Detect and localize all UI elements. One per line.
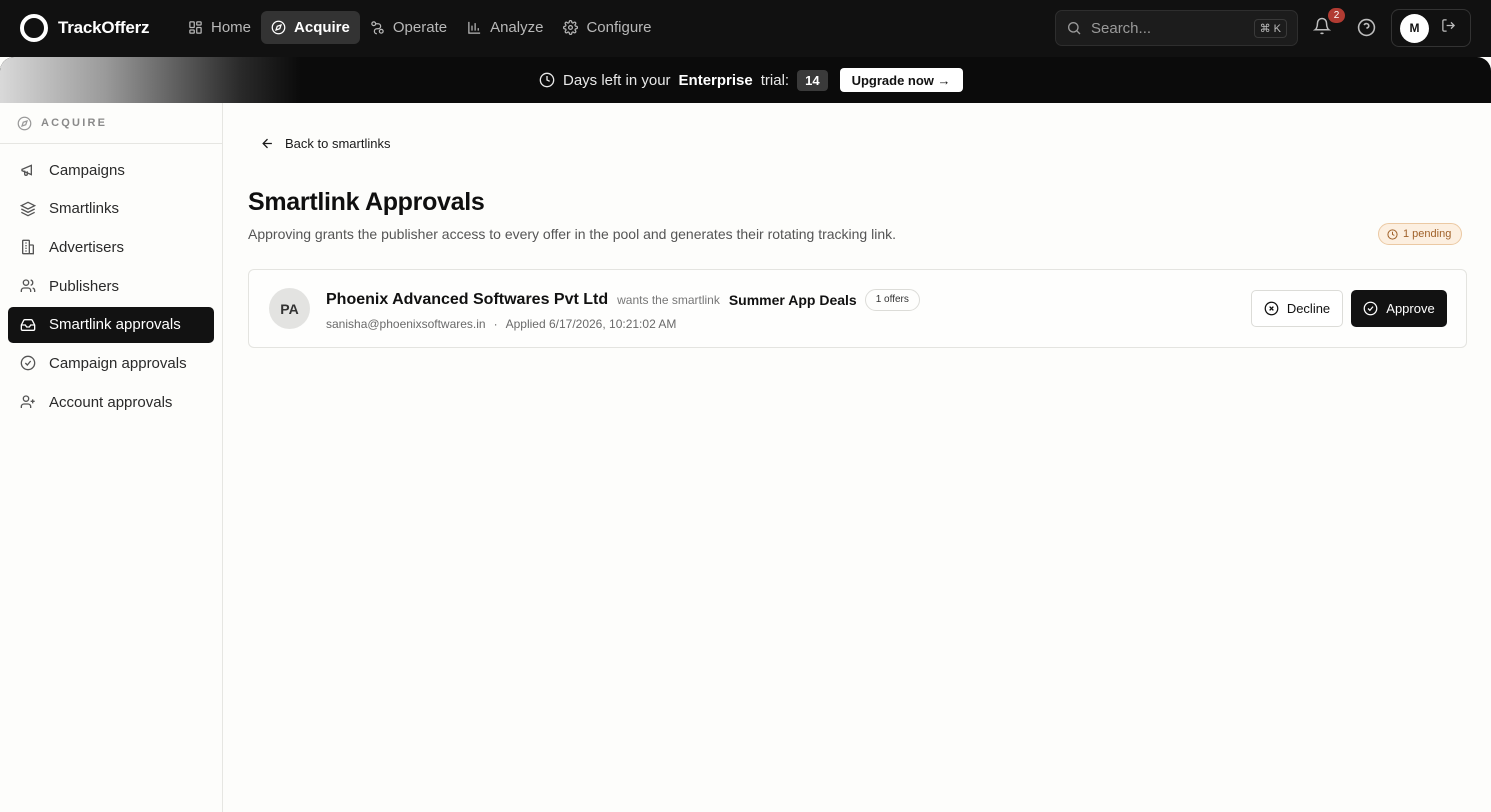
sidebar-item-advertisers[interactable]: Advertisers	[8, 229, 214, 265]
sidebar-item-label: Smartlink approvals	[49, 316, 181, 334]
nav-item-home[interactable]: Home	[178, 11, 261, 44]
check-circle-icon	[20, 356, 36, 371]
clock-icon	[539, 72, 555, 88]
sidebar-item-smartlink-approvals[interactable]: Smartlink approvals	[8, 306, 214, 343]
back-label: Back to smartlinks	[285, 136, 391, 151]
search-icon	[1068, 22, 1081, 35]
applied-timestamp: Applied 6/17/2026, 10:21:02 AM	[505, 317, 677, 331]
top-navigation-bar: TrackOfferz Home Acquire Operate Analyze…	[0, 0, 1491, 57]
sidebar-item-publishers[interactable]: Publishers	[8, 268, 214, 304]
compass-icon	[271, 20, 286, 35]
sidebar-item-label: Smartlinks	[49, 200, 120, 218]
sidebar-list: Campaigns Smartlinks Advertisers Publish…	[8, 152, 214, 423]
smartlink-name: Summer App Deals	[728, 291, 857, 308]
sidebar-item-account-approvals[interactable]: Account approvals	[8, 384, 214, 420]
sidebar-section-title: ACQUIRE	[41, 117, 108, 129]
logout-button[interactable]	[1441, 18, 1456, 38]
users-icon	[20, 279, 36, 293]
logo-ring-icon	[20, 14, 48, 42]
request-meta: sanisha@phoenixsoftwares.in · Applied 6/…	[326, 317, 676, 331]
user-plus-icon	[20, 395, 35, 409]
route-icon	[371, 21, 384, 35]
x-circle-icon	[1264, 301, 1279, 316]
decline-label: Decline	[1286, 301, 1331, 316]
nav-label: Acquire	[294, 19, 350, 36]
meta-separator: ·	[493, 317, 498, 331]
pending-count-badge: 1 pending	[1378, 223, 1463, 245]
approve-label: Approve	[1386, 301, 1435, 316]
nav-item-configure[interactable]: Configure	[553, 11, 661, 44]
nav-label: Operate	[392, 19, 448, 36]
offers-count-badge: 1 offers	[864, 288, 920, 311]
back-to-smartlinks-link[interactable]: Back to smartlinks	[260, 136, 390, 151]
app-name: TrackOfferz	[58, 18, 150, 37]
page-subtitle: Approving grants the publisher access to…	[248, 226, 897, 242]
sidebar-section-header: ACQUIRE	[0, 103, 222, 144]
arrow-left-icon	[262, 138, 272, 149]
sidebar: ACQUIRE Campaigns Smartlinks Advertisers…	[0, 103, 223, 812]
inbox-icon	[20, 318, 36, 331]
notification-count-badge: 2	[1328, 8, 1345, 23]
page-title: Smartlink Approvals	[248, 188, 485, 216]
user-menu: M	[1391, 9, 1471, 47]
app-logo[interactable]: TrackOfferz	[20, 14, 150, 42]
nav-label: Configure	[586, 19, 652, 36]
building-icon	[22, 240, 34, 255]
pending-count-label: 1 pending	[1403, 228, 1452, 240]
trial-plan: Enterprise	[678, 71, 753, 89]
trial-banner: Days left in your Enterprise trial: 14 U…	[0, 57, 1491, 103]
approve-button[interactable]: Approve	[1351, 290, 1447, 327]
sidebar-item-label: Publishers	[49, 277, 120, 295]
publisher-name: Phoenix Advanced Softwares Pvt Ltd	[326, 290, 609, 308]
avatar[interactable]: M	[1400, 13, 1429, 43]
nav-item-operate[interactable]: Operate	[360, 11, 457, 44]
request-connector-text: wants the smartlink	[617, 292, 720, 307]
sidebar-item-label: Campaigns	[49, 161, 125, 179]
sidebar-item-label: Advertisers	[49, 238, 125, 256]
trial-days-count: 14	[797, 69, 828, 91]
layers-icon	[20, 201, 36, 217]
search-placeholder: Search...	[1091, 19, 1152, 37]
search-shortcut: ⌘ K	[1253, 18, 1287, 38]
sidebar-item-label: Account approvals	[49, 393, 173, 411]
help-button[interactable]	[1357, 18, 1376, 42]
compass-icon	[17, 116, 32, 130]
approval-request-card: PA Phoenix Advanced Softwares Pvt Ltd wa…	[248, 269, 1467, 348]
main-nav: Home Acquire Operate Analyze Configure	[178, 11, 662, 44]
sidebar-item-label: Campaign approvals	[49, 354, 187, 372]
gear-icon	[563, 20, 579, 35]
request-summary: Phoenix Advanced Softwares Pvt Ltd wants…	[326, 288, 920, 311]
sidebar-item-smartlinks[interactable]: Smartlinks	[8, 191, 214, 227]
trial-banner-content: Days left in your Enterprise trial: 14 U…	[539, 68, 963, 92]
decline-button[interactable]: Decline	[1251, 290, 1343, 327]
nav-item-acquire[interactable]: Acquire	[261, 11, 360, 44]
banner-gradient	[0, 57, 300, 103]
trial-prefix: Days left in your	[563, 71, 671, 89]
publisher-avatar: PA	[269, 288, 310, 329]
logout-icon	[1442, 19, 1456, 32]
clock-icon	[1387, 228, 1398, 240]
trial-suffix: trial:	[760, 71, 790, 89]
bar-chart-icon	[468, 21, 481, 34]
sidebar-item-campaign-approvals[interactable]: Campaign approvals	[8, 345, 214, 381]
nav-item-analyze[interactable]: Analyze	[457, 11, 553, 44]
megaphone-icon	[21, 164, 32, 176]
help-circle-icon	[1357, 18, 1376, 37]
search-input[interactable]: Search... ⌘ K	[1055, 10, 1298, 46]
check-circle-icon	[1363, 301, 1378, 316]
sidebar-item-campaigns[interactable]: Campaigns	[8, 152, 214, 188]
grid-icon	[189, 21, 202, 34]
publisher-email: sanisha@phoenixsoftwares.in	[326, 317, 486, 331]
nav-label: Home	[211, 19, 252, 36]
upgrade-button[interactable]: Upgrade now →	[839, 68, 963, 92]
nav-label: Analyze	[490, 19, 544, 36]
